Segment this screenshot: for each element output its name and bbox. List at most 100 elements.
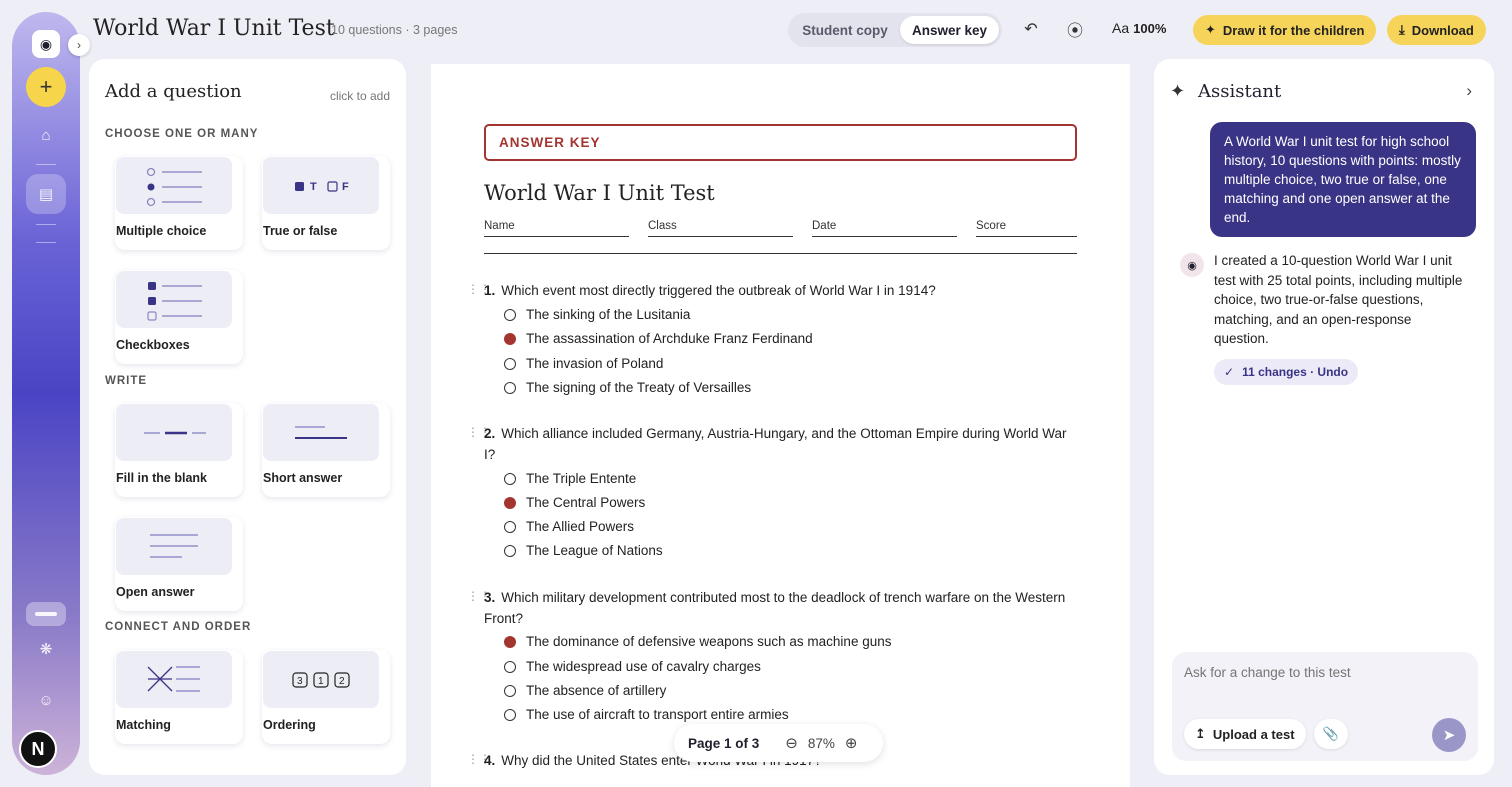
user-avatar[interactable]: N: [19, 730, 57, 768]
draw-for-children-button[interactable]: ✦ Draw it for the children: [1193, 15, 1377, 45]
option[interactable]: The signing of the Treaty of Versailles: [504, 380, 751, 395]
option[interactable]: The use of aircraft to transport entire …: [504, 707, 789, 722]
card-checkboxes[interactable]: Checkboxes: [115, 270, 243, 364]
card-fill-in-blank[interactable]: Fill in the blank: [115, 403, 243, 497]
card-label: Short answer: [263, 471, 343, 485]
answer-key-banner: ANSWER KEY: [484, 124, 1077, 161]
checkbox-list-icon: [147, 282, 202, 321]
option-text: The signing of the Treaty of Versailles: [526, 380, 752, 395]
download-button[interactable]: ⤓ Download: [1387, 15, 1486, 45]
upload-test-button[interactable]: ↥ Upload a test: [1184, 719, 1306, 749]
bug-icon[interactable]: ❋: [34, 637, 58, 661]
option[interactable]: The absence of artillery: [504, 683, 666, 698]
matching-icon: [147, 666, 200, 692]
option-text: The use of aircraft to transport entire …: [526, 707, 789, 722]
card-label: Checkboxes: [116, 338, 190, 352]
assistant-reply: I created a 10-question World War I unit…: [1214, 253, 1463, 346]
drag-handle-icon[interactable]: ⋮⋮: [467, 590, 491, 602]
radio-icon: [504, 357, 516, 370]
magic-wand-icon: ✦: [1205, 22, 1216, 37]
undo-icon[interactable]: ↶: [1020, 18, 1042, 40]
card-matching[interactable]: Matching: [115, 650, 243, 744]
option[interactable]: The Triple Entente: [504, 471, 636, 486]
drag-handle-icon[interactable]: ⋮⋮: [467, 426, 491, 438]
question-text: Which military development contributed m…: [484, 590, 1066, 626]
tf-false-letter: F: [342, 181, 349, 193]
header-rule: [484, 253, 1077, 254]
ordering-thumbnail: 3 1 2: [263, 651, 379, 708]
collapse-panel-icon[interactable]: ›: [1466, 81, 1472, 101]
send-button[interactable]: ➤: [1432, 718, 1466, 752]
document-page: ANSWER KEY World War I Unit Test Name Cl…: [431, 64, 1130, 787]
radio-icon: [504, 708, 516, 721]
sparkle-icon: ✦: [1170, 81, 1186, 101]
create-new-button[interactable]: +: [26, 67, 66, 107]
radio-icon: [504, 544, 516, 557]
card-multiple-choice[interactable]: Multiple choice: [115, 156, 243, 250]
option[interactable]: The League of Nations: [504, 543, 663, 558]
rail-toggle[interactable]: [26, 602, 66, 626]
tab-answer-key[interactable]: Answer key: [900, 16, 999, 44]
short-answer-thumbnail: [263, 404, 379, 461]
card-short-answer[interactable]: Short answer: [262, 403, 390, 497]
compass-icon[interactable]: ⦿: [1064, 18, 1086, 40]
user-message: A World War I unit test for high school …: [1210, 122, 1476, 237]
question-1[interactable]: 1. Which event most directly triggered th…: [484, 280, 1077, 301]
document-heading[interactable]: World War I Unit Test: [484, 181, 715, 205]
expand-rail-button[interactable]: ›: [68, 34, 90, 56]
question-number: 3.: [484, 590, 496, 605]
open-answer-icon: [150, 534, 198, 558]
question-number: 1.: [484, 283, 496, 298]
radio-selected-icon: [504, 635, 516, 648]
open-answer-thumbnail: [116, 518, 232, 575]
option-text: The Triple Entente: [526, 471, 637, 486]
question-number: 4.: [484, 753, 496, 768]
chevron-right-icon: ›: [77, 38, 81, 52]
card-true-false[interactable]: T F True or false: [262, 156, 390, 250]
card-open-answer[interactable]: Open answer: [115, 517, 243, 611]
card-ordering[interactable]: 3 1 2 Ordering: [262, 650, 390, 744]
account-icon[interactable]: ☺: [34, 688, 58, 712]
radio-icon: [504, 520, 516, 533]
true-false-icon: T F: [295, 181, 349, 193]
assistant-input[interactable]: [1184, 665, 1464, 680]
order-digit: 3: [297, 676, 303, 687]
option[interactable]: The invasion of Poland: [504, 356, 663, 371]
home-icon[interactable]: ⌂: [34, 123, 58, 147]
download-button-label: Download: [1411, 22, 1474, 38]
question-3[interactable]: 3. Which military development contributed…: [484, 587, 1077, 629]
app-logo[interactable]: ◉: [32, 30, 60, 58]
option-correct[interactable]: The Central Powers: [504, 495, 645, 510]
view-toggle: Student copy Answer key: [788, 13, 1002, 47]
upload-icon: ↥: [1195, 726, 1206, 741]
class-field: Class: [648, 220, 793, 237]
option-correct[interactable]: The dominance of defensive weapons such …: [504, 634, 891, 649]
zoom-out-icon[interactable]: ⊖: [785, 734, 798, 752]
assistant-avatar: ◉: [1180, 253, 1204, 277]
option-correct[interactable]: The assassination of Archduke Franz Ferd…: [504, 331, 813, 346]
option[interactable]: The Allied Powers: [504, 519, 634, 534]
assistant-panel: ✦ Assistant › A World War I unit test fo…: [1154, 59, 1494, 775]
changes-undo-chip[interactable]: ✓ 11 changes · Undo: [1214, 359, 1359, 385]
radio-selected-icon: [504, 332, 516, 345]
clipboard-icon[interactable]: ▤: [34, 182, 58, 206]
rail-divider: [36, 224, 56, 225]
order-digit: 2: [339, 676, 345, 687]
radio-selected-icon: [504, 496, 516, 509]
page-navigator: Page 1 of 3 ⊖ 87% ⊕: [674, 724, 883, 762]
tab-student-copy[interactable]: Student copy: [792, 16, 898, 44]
zoom-in-icon[interactable]: ⊕: [845, 734, 858, 752]
text-size-control[interactable]: Aa 100%: [1112, 20, 1166, 36]
question-text: Which alliance included Germany, Austria…: [484, 426, 1067, 462]
add-question-panel: Add a question click to add CHOOSE ONE O…: [89, 59, 406, 775]
attach-button[interactable]: 📎: [1314, 719, 1348, 749]
document-title[interactable]: World War I Unit Test: [93, 16, 335, 41]
drag-handle-icon[interactable]: ⋮⋮: [467, 753, 491, 765]
rail-divider: [36, 242, 56, 243]
drag-handle-icon[interactable]: ⋮⋮: [467, 283, 491, 295]
font-size-icon: Aa: [1112, 20, 1130, 36]
option[interactable]: The widespread use of cavalry charges: [504, 659, 761, 674]
option[interactable]: The sinking of the Lusitania: [504, 307, 690, 322]
section-choose: CHOOSE ONE OR MANY: [105, 128, 259, 140]
question-2[interactable]: 2. Which alliance included Germany, Austr…: [484, 423, 1077, 465]
